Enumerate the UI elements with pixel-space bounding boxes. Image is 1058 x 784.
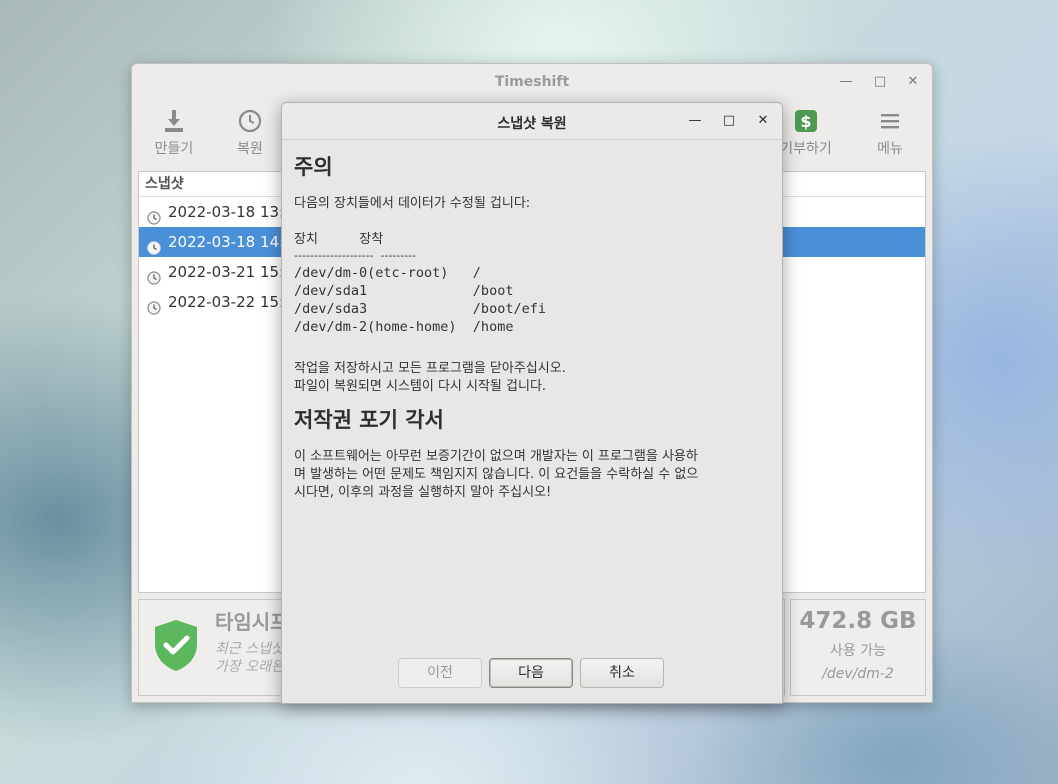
create-label: 만들기 [154,141,194,157]
menu-label: 메뉴 [877,141,903,157]
disclaimer-heading: 저작권 포기 각서 [294,408,444,432]
previous-button[interactable]: 이전 [398,658,482,688]
menu-button[interactable]: 메뉴 [858,106,922,162]
create-button[interactable]: 만들기 [142,106,206,162]
disk-device: /dev/dm-2 [822,666,894,682]
disclaimer-text: 며 발생하는 어떤 문제도 책임지지 않습니다. 이 요건들을 수락하실 수 없… [294,467,699,482]
next-button[interactable]: 다음 [489,658,573,688]
snapshot-clock-icon [147,295,161,325]
dialog-title: 스냅샷 복원 [497,116,567,132]
device-table-header: 장치 장착 [294,232,384,247]
intro-text: 다음의 장치들에서 데이터가 수정될 겁니다: [294,196,531,211]
status-title: 타임시프 [215,610,289,634]
disclaimer-text: 시다면, 이후의 과정을 실행하지 말아 주십시오! [294,485,552,500]
disk-available-label: 사용 가능 [830,643,886,659]
device-row: /dev/sda3 /boot/efi [294,301,546,317]
download-icon [142,106,206,136]
restore-label: 복원 [237,141,263,157]
snapshot-date: 2022-03-18 13:4 [168,203,294,221]
dialog-titlebar[interactable]: 스냅샷 복원 — □ ✕ [282,103,782,140]
main-window-title: Timeshift [494,74,570,90]
save-note: 작업을 저장하시고 모든 프로그램을 닫아주십시오. [294,361,566,376]
dollar-icon: $ [774,106,838,136]
status-latest-snapshot: 최근 스냅샷 [215,641,284,657]
donate-label: 기부하기 [780,141,832,157]
cancel-button[interactable]: 취소 [580,658,664,688]
dialog-minimize-icon[interactable]: — [685,111,705,131]
maximize-icon[interactable]: □ [870,72,890,92]
clock-icon [218,106,282,136]
donate-button[interactable]: $ 기부하기 [774,106,838,162]
device-row: /dev/dm-0(etc-root) / [294,265,481,281]
restore-button[interactable]: 복원 [218,106,282,162]
disclaimer-text: 이 소프트웨어는 아무런 보증기간이 없으며 개발자는 이 프로그램을 사용하 [294,449,698,464]
svg-text:$: $ [800,112,811,131]
disk-panel: 472.8 GB 사용 가능 /dev/dm-2 [790,599,926,696]
device-table-separator: -------------------- --------- [294,249,417,262]
close-icon[interactable]: ✕ [903,72,923,92]
shield-check-icon [153,618,199,676]
restore-dialog: 스냅샷 복원 — □ ✕ 주의 다음의 장치들에서 데이터가 수정될 겁니다: … [281,102,783,704]
dialog-maximize-icon[interactable]: □ [719,111,739,131]
device-row: /dev/sda1 /boot [294,283,514,299]
dialog-body: 주의 다음의 장치들에서 데이터가 수정될 겁니다: 장치 장착 -------… [294,151,770,502]
snapshot-date: 2022-03-22 15:0 [168,293,294,311]
disk-free-size: 472.8 GB [799,608,917,634]
device-row: /dev/dm-2(home-home) /home [294,319,514,335]
warning-heading: 주의 [294,155,333,179]
hamburger-icon [858,106,922,136]
dialog-close-icon[interactable]: ✕ [753,111,773,131]
minimize-icon[interactable]: — [836,72,856,92]
main-titlebar[interactable]: Timeshift — □ ✕ [132,64,932,100]
snapshot-date: 2022-03-21 15:0 [168,263,294,281]
reboot-note: 파일이 복원되면 시스템이 다시 시작될 겁니다. [294,379,547,394]
status-oldest-snapshot: 가장 오래된 [215,659,284,675]
snapshot-date: 2022-03-18 14:5 [168,233,294,251]
